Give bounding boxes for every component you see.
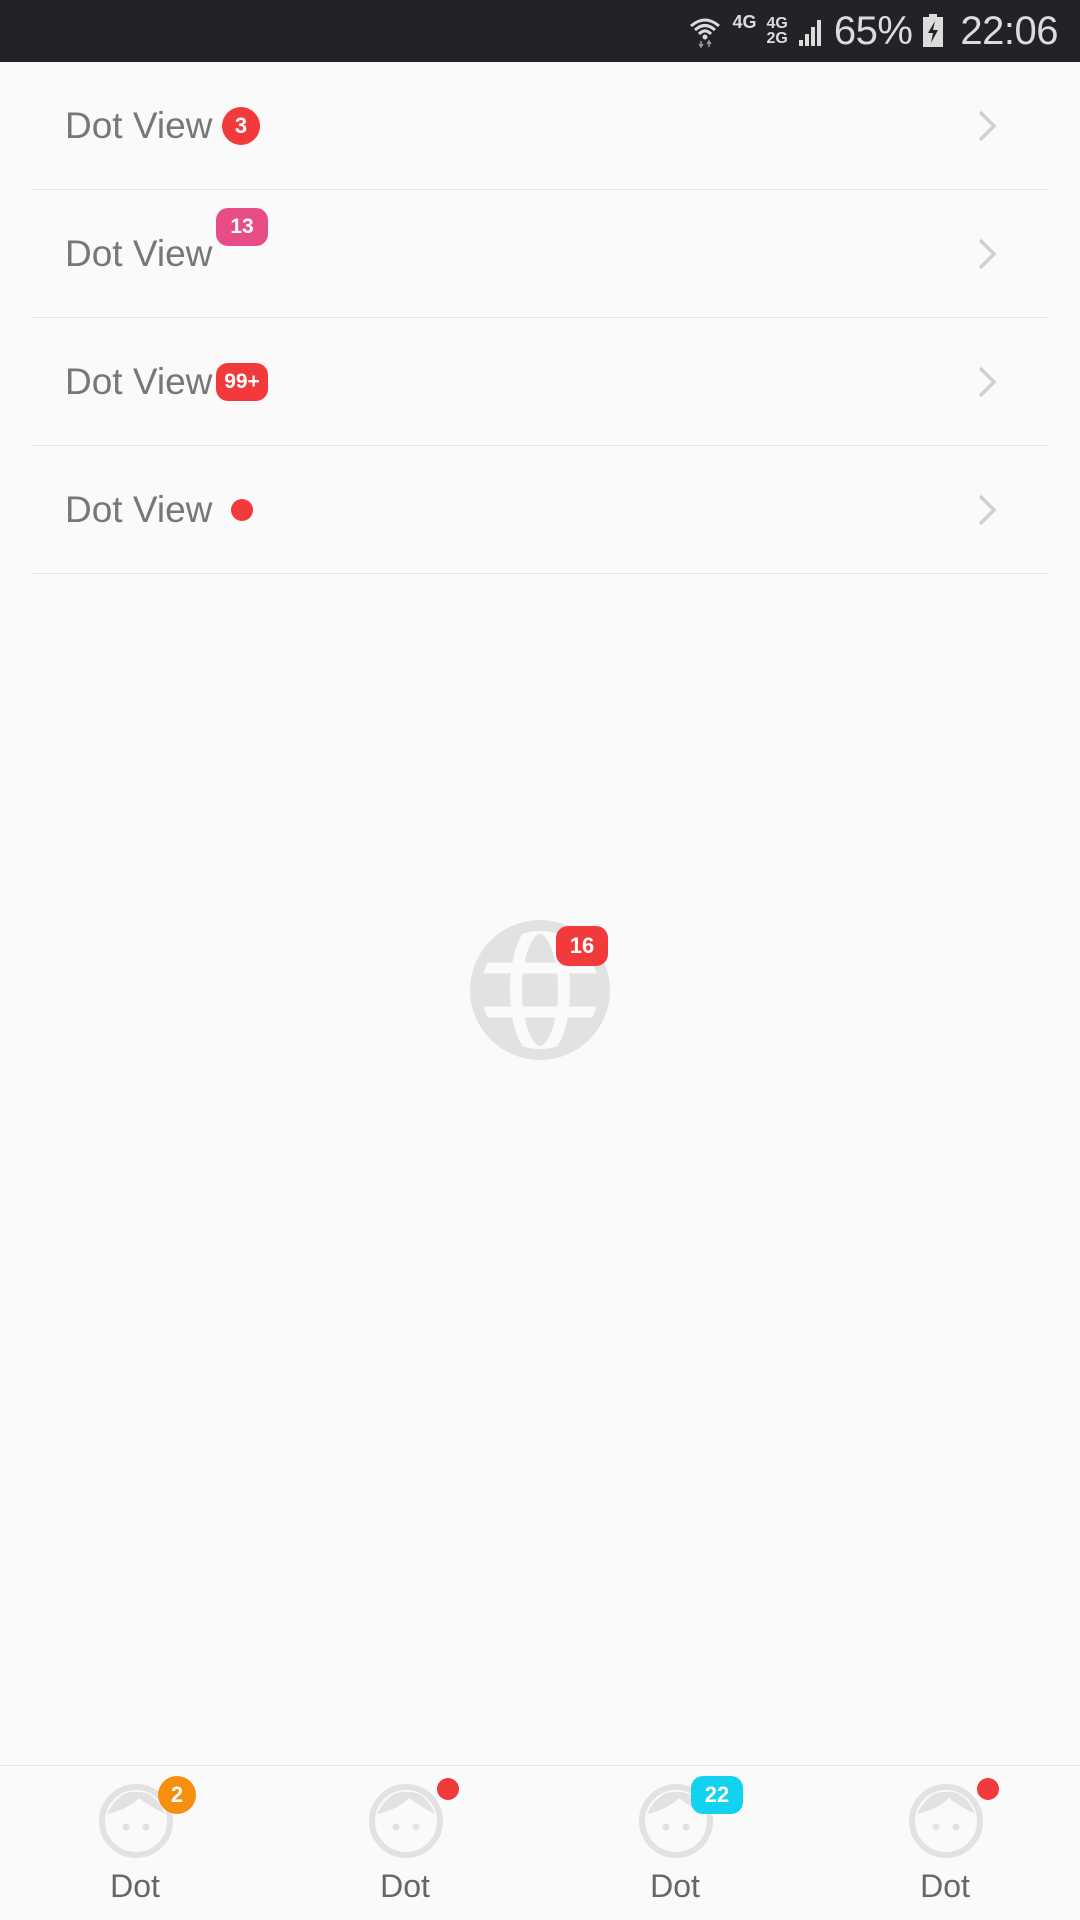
face-icon xyxy=(909,1784,983,1858)
signal-icon xyxy=(798,16,824,46)
count-badge: 3 xyxy=(222,107,260,145)
count-badge: 13 xyxy=(216,208,268,246)
battery-percent: 65% xyxy=(833,8,913,53)
battery-charging-icon xyxy=(922,14,944,48)
tab-count-badge: 2 xyxy=(158,1776,196,1814)
chevron-right-icon xyxy=(978,494,997,525)
dot-view-list: Dot View 3 Dot View 13 Dot View 99+ Dot … xyxy=(32,62,1048,574)
list-item-label: Dot View xyxy=(65,104,213,146)
list-item[interactable]: Dot View 13 xyxy=(32,190,1048,318)
chevron-right-icon xyxy=(978,238,997,269)
tab-dot-2[interactable]: Dot xyxy=(270,1766,540,1920)
bottom-tab-bar: 2 Dot Dot 22 Dot Dot xyxy=(0,1765,1080,1920)
list-item[interactable]: Dot View 99+ xyxy=(32,318,1048,446)
status-bar: 4G 4G 2G 65% 22:06 xyxy=(0,0,1080,62)
list-item[interactable]: Dot View 3 xyxy=(32,62,1048,190)
clock: 22:06 xyxy=(960,8,1058,53)
globe-badge: 16 xyxy=(556,926,608,966)
count-badge: 99+ xyxy=(216,363,268,401)
chevron-right-icon xyxy=(978,110,997,141)
dot-badge xyxy=(231,499,253,521)
wifi-icon xyxy=(688,14,722,48)
network-stack-bottom: 2G xyxy=(766,30,788,47)
tab-dot-badge xyxy=(977,1778,999,1800)
tab-dot-badge xyxy=(437,1778,459,1800)
tab-label: Dot xyxy=(110,1868,160,1904)
list-item-label: Dot View xyxy=(65,488,213,530)
list-item-label: Dot View xyxy=(65,232,213,274)
network-type-label: 4G xyxy=(732,11,757,32)
tab-dot-1[interactable]: 2 Dot xyxy=(0,1766,270,1920)
tab-label: Dot xyxy=(650,1868,700,1904)
tab-label: Dot xyxy=(380,1868,430,1904)
list-item-label: Dot View xyxy=(65,360,213,402)
tab-count-badge: 22 xyxy=(691,1776,743,1814)
tab-dot-3[interactable]: 22 Dot xyxy=(540,1766,810,1920)
chevron-right-icon xyxy=(978,366,997,397)
screen: 4G 4G 2G 65% 22:06 Dot View 3 Dot View 1… xyxy=(0,0,1080,1920)
network-stack: 4G 2G xyxy=(766,15,788,47)
tab-label: Dot xyxy=(920,1868,970,1904)
list-item[interactable]: Dot View xyxy=(32,446,1048,574)
face-icon xyxy=(369,1784,443,1858)
network-stack-top: 4G xyxy=(766,15,788,32)
tab-dot-4[interactable]: Dot xyxy=(810,1766,1080,1920)
